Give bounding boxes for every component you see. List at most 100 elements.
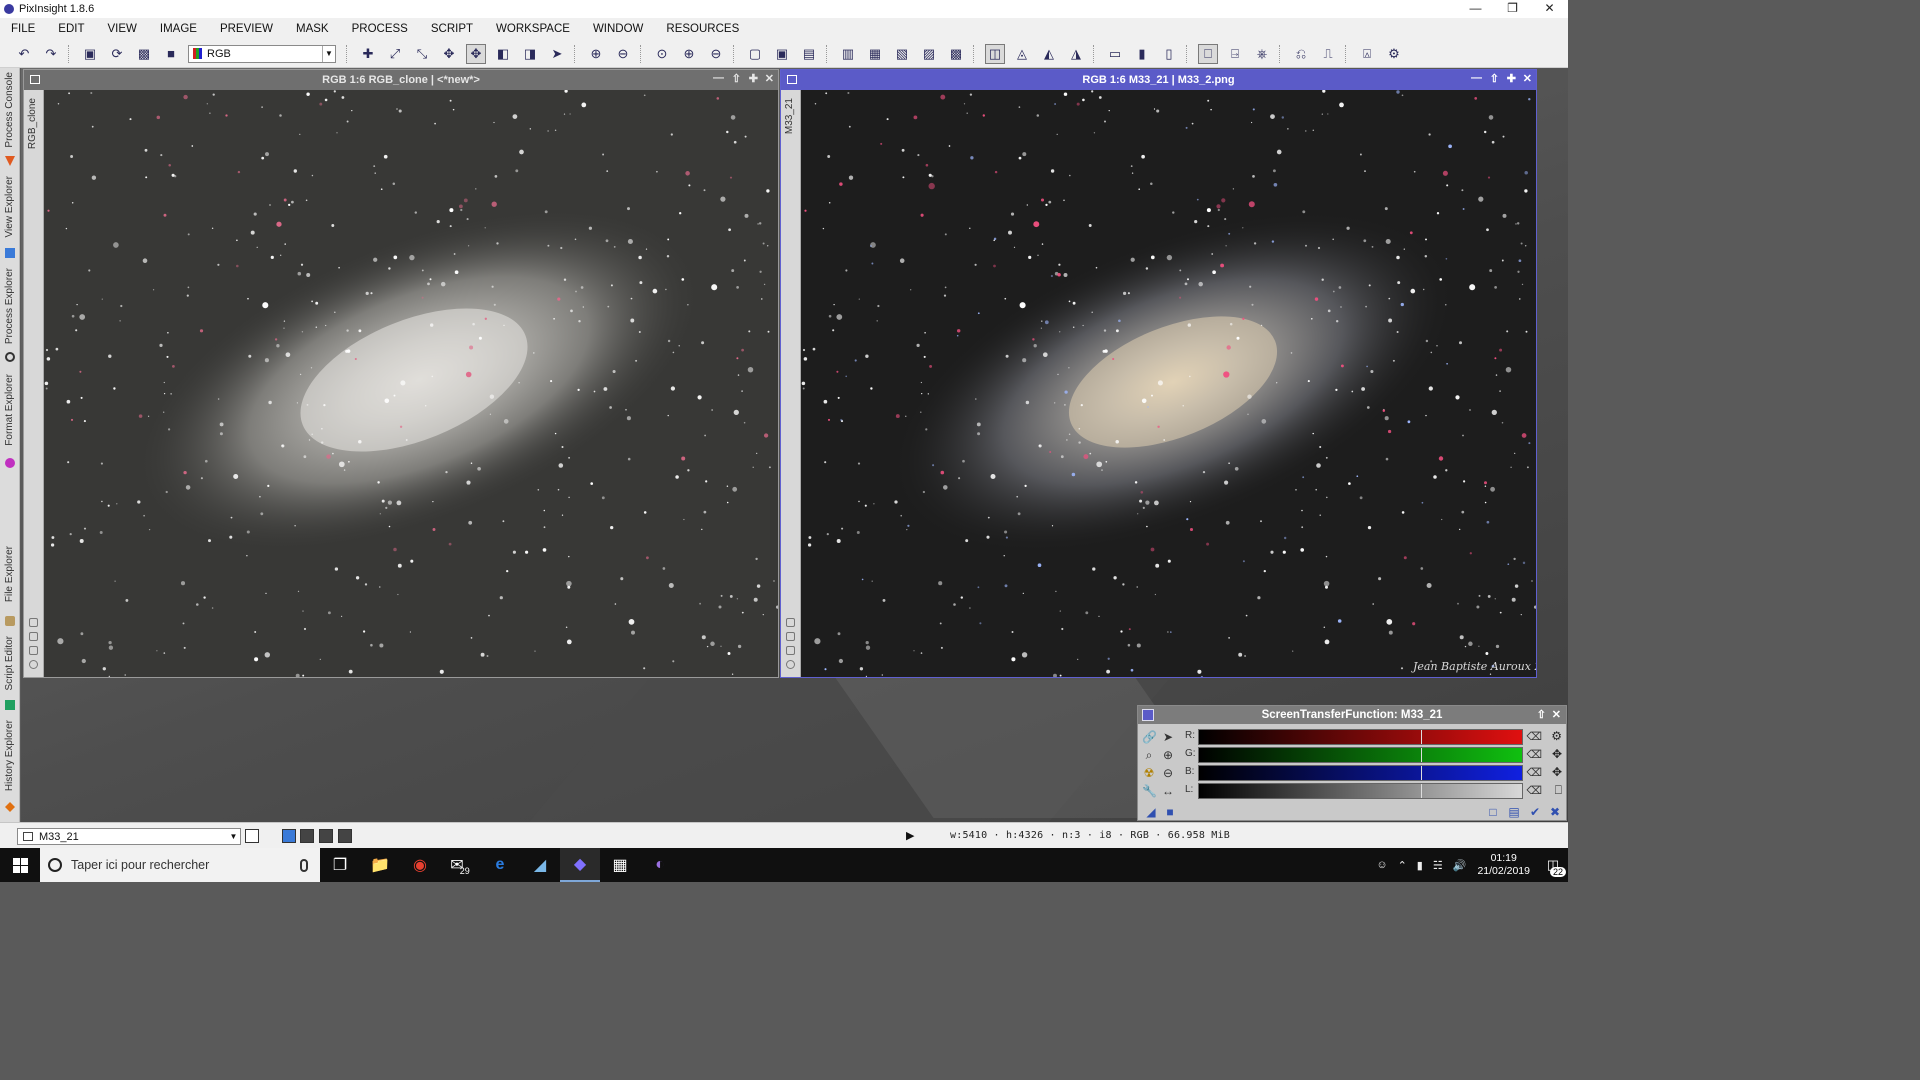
window-icon[interactable]: ▥ bbox=[838, 44, 858, 64]
stf-titlebar[interactable]: ScreenTransferFunction: M33_21 ⇧ ✕ bbox=[1138, 706, 1566, 724]
close-icon[interactable]: ✕ bbox=[1523, 72, 1532, 85]
pin-icon[interactable] bbox=[786, 632, 795, 641]
maximize-icon[interactable]: ✚ bbox=[749, 72, 758, 85]
stf-slider-luminance[interactable] bbox=[1198, 783, 1523, 799]
task-view-icon[interactable]: ❐ bbox=[320, 848, 360, 882]
wifi-icon[interactable]: ☵ bbox=[1433, 859, 1443, 872]
menu-process[interactable]: PROCESS bbox=[352, 23, 408, 35]
clone-icon[interactable] bbox=[29, 646, 38, 655]
dock-tab-format-explorer[interactable]: Format Explorer bbox=[0, 374, 20, 474]
menu-mask[interactable]: MASK bbox=[296, 23, 329, 35]
reset-channel-icon[interactable]: ⌫ bbox=[1526, 730, 1542, 743]
file-explorer-icon[interactable]: 📁 bbox=[360, 848, 400, 882]
image-canvas[interactable]: Jean Baptiste Auroux 2018 bbox=[801, 90, 1536, 677]
auto-stretch-icon[interactable]: ☢ bbox=[1142, 766, 1156, 780]
image-window-titlebar[interactable]: RGB 1:6 M33_21 | M33_2.png — ⇧ ✚ ✕ bbox=[781, 70, 1536, 90]
microphone-icon[interactable] bbox=[300, 858, 308, 872]
pixinsight-taskbar-icon[interactable]: ◆ bbox=[560, 848, 600, 882]
reset-icon[interactable]: ✖ bbox=[1548, 805, 1562, 819]
midtones-handle[interactable] bbox=[1421, 730, 1422, 744]
volume-icon[interactable]: 🔊 bbox=[1453, 859, 1467, 872]
astro-app-icon[interactable]: ◐ bbox=[640, 848, 680, 882]
process-1-icon[interactable]: ▭ bbox=[1105, 44, 1125, 64]
stf-slider-red[interactable] bbox=[1198, 729, 1523, 745]
monitor-icon[interactable]: ⎕ bbox=[1555, 783, 1562, 798]
zoom-fill-icon[interactable]: ⤡ bbox=[412, 44, 432, 64]
dock-tab-history-explorer[interactable]: History Explorer bbox=[0, 720, 20, 816]
preview-3-icon[interactable]: ◮ bbox=[1066, 44, 1086, 64]
preview-1-icon[interactable]: ◬ bbox=[1012, 44, 1032, 64]
stf-monitor-icon[interactable]: ⎕ bbox=[1198, 43, 1218, 64]
readout-icon[interactable]: ◧ bbox=[493, 44, 513, 64]
stf-slider-blue[interactable] bbox=[1198, 765, 1523, 781]
view-id-tab[interactable]: RGB_clone bbox=[27, 98, 38, 149]
dock-tab-script-editor[interactable]: Script Editor bbox=[0, 636, 20, 716]
menu-edit[interactable]: EDIT bbox=[58, 23, 84, 35]
dock-tab-view-explorer[interactable]: View Explorer bbox=[0, 176, 20, 264]
stf-auto-icon[interactable]: ⎈ bbox=[1252, 44, 1272, 64]
zoom-1-1-icon[interactable]: ⊙ bbox=[652, 44, 672, 64]
edge-icon[interactable]: e bbox=[480, 848, 520, 882]
stf-apply-icon[interactable]: ⎍ bbox=[1318, 44, 1338, 64]
preview-2-icon[interactable]: ◭ bbox=[1039, 44, 1059, 64]
stf-reset-icon[interactable]: ⎌ bbox=[1291, 44, 1311, 64]
menu-image[interactable]: IMAGE bbox=[160, 23, 197, 35]
process-3-icon[interactable]: ▯ bbox=[1159, 44, 1179, 64]
rgb-channels-icon[interactable]: ■ bbox=[161, 44, 181, 64]
minimize-icon[interactable]: — bbox=[1457, 0, 1494, 18]
maximize-view-icon[interactable]: ▦ bbox=[865, 44, 885, 64]
move-tool-icon[interactable]: ✥ bbox=[466, 43, 486, 64]
reset-channel-icon[interactable]: ⌫ bbox=[1526, 748, 1542, 761]
move-icon[interactable]: ✥ bbox=[1552, 765, 1562, 779]
dock-tab-process-explorer[interactable]: Process Explorer bbox=[0, 268, 20, 368]
minimize-icon[interactable]: — bbox=[1471, 72, 1482, 84]
zoom-out-alt-icon[interactable]: ⊖ bbox=[706, 44, 726, 64]
new-view-icon[interactable] bbox=[245, 829, 259, 843]
shade-icon[interactable]: ⇧ bbox=[1537, 706, 1546, 724]
view-select[interactable]: M33_21 ▼ bbox=[17, 828, 241, 845]
battery-icon[interactable]: ▮ bbox=[1417, 859, 1423, 872]
settings-icon[interactable]: ⚙ bbox=[1384, 44, 1404, 64]
zoom-fit-icon[interactable]: ⤢ bbox=[385, 44, 405, 64]
process-2-icon[interactable]: ▮ bbox=[1132, 44, 1152, 64]
chevron-down-icon[interactable]: ▼ bbox=[322, 45, 335, 62]
stf-link-icon[interactable]: ⍈ bbox=[1225, 44, 1245, 64]
shade-icon[interactable]: ⇧ bbox=[1490, 72, 1499, 85]
mask-show-icon[interactable]: ▧ bbox=[892, 44, 912, 64]
zoom-icon[interactable]: ⌕ bbox=[1142, 748, 1156, 762]
browse-documentation-icon[interactable]: □ bbox=[1486, 805, 1500, 819]
apply-icon[interactable]: ✔ bbox=[1528, 805, 1542, 819]
chevron-down-icon[interactable]: ▼ bbox=[227, 832, 240, 841]
minimize-icon[interactable]: — bbox=[713, 72, 724, 84]
apply-global-icon[interactable]: ■ bbox=[1163, 805, 1177, 819]
wrench-icon[interactable]: 🔧 bbox=[1142, 784, 1157, 798]
new-preview-icon[interactable]: ◨ bbox=[520, 44, 540, 64]
dock-tab-file-explorer[interactable]: File Explorer bbox=[0, 546, 20, 632]
refresh-image-icon[interactable]: ⟳ bbox=[107, 44, 127, 64]
menu-workspace[interactable]: WORKSPACE bbox=[496, 23, 570, 35]
midtones-handle[interactable] bbox=[1421, 766, 1422, 780]
mask-invert-icon[interactable]: ▨ bbox=[919, 44, 939, 64]
clone-icon[interactable] bbox=[786, 646, 795, 655]
maximize-icon[interactable]: ✚ bbox=[1507, 72, 1516, 85]
app-shortcut-icon[interactable]: ◢ bbox=[520, 848, 560, 882]
reset-channel-icon[interactable]: ⌫ bbox=[1526, 784, 1542, 797]
stf-process-icon[interactable] bbox=[1142, 709, 1154, 721]
window-menu-icon[interactable] bbox=[787, 75, 797, 84]
image-window-m33[interactable]: RGB 1:6 M33_21 | M33_2.png — ⇧ ✚ ✕ M33_2… bbox=[780, 69, 1537, 678]
calculator-icon[interactable]: ▦ bbox=[600, 848, 640, 882]
crosshair-icon[interactable]: ✚ bbox=[358, 44, 378, 64]
mask-active-icon[interactable]: ◫ bbox=[985, 43, 1005, 64]
pointer-icon[interactable]: ➤ bbox=[1161, 730, 1175, 744]
gear-icon[interactable]: ⚙ bbox=[1551, 729, 1562, 743]
taskbar-clock[interactable]: 01:19 21/02/2019 bbox=[1477, 852, 1530, 878]
screen-icon[interactable]: ▤ bbox=[799, 44, 819, 64]
menu-script[interactable]: SCRIPT bbox=[431, 23, 473, 35]
view-id-tab[interactable]: M33_21 bbox=[784, 98, 795, 134]
fit-window-icon[interactable]: ▣ bbox=[772, 44, 792, 64]
midtones-handle[interactable] bbox=[1421, 748, 1422, 762]
histogram-icon[interactable]: ⍓ bbox=[1357, 44, 1377, 64]
zoom-out-icon[interactable]: ⊖ bbox=[1161, 766, 1175, 780]
dock-tab-process-console[interactable]: Process Console bbox=[0, 72, 20, 172]
pan-icon[interactable]: ✥ bbox=[439, 44, 459, 64]
